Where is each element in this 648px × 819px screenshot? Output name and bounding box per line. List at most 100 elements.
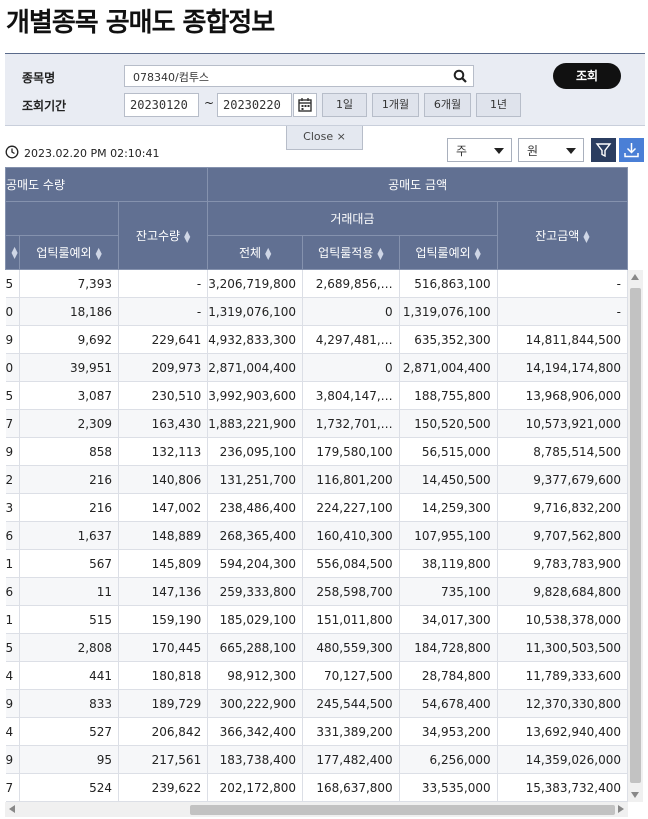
header-uptick-exempt-qty[interactable]: 업틱룰예외 ▲ ▼ [19, 235, 119, 270]
table-cell: 180,818 [118, 661, 209, 690]
horizontal-scrollbar[interactable] [5, 802, 628, 817]
table-cell: 245,544,500 [302, 689, 400, 718]
header-trade-value: 거래대금 [207, 201, 498, 236]
table-cell: 9 [5, 437, 21, 466]
sort-icon[interactable]: ▲ ▼ [583, 229, 589, 243]
header-uptick-exempt-amount[interactable]: 업틱룰예외 ▲ ▼ [398, 235, 498, 270]
table-cell: 6 [5, 521, 21, 550]
table-cell: 116,801,200 [302, 465, 400, 494]
sort-icon[interactable]: ▲ ▼ [377, 246, 383, 260]
table-cell: 145,809 [118, 549, 209, 578]
table-row[interactable]: 4 441 180,818 98,912,300 70,127,500 28,784,80… [5, 661, 628, 690]
table-cell: 230,510 [118, 381, 209, 410]
sort-icon[interactable]: ▲ ▼ [11, 246, 17, 260]
table-cell: 9,783,783,900 [497, 549, 628, 578]
table-cell: 567 [19, 549, 119, 578]
table-cell: 366,342,400 [207, 717, 303, 746]
sort-icon[interactable]: ▲ ▼ [475, 246, 481, 260]
vertical-scrollbar[interactable] [628, 270, 643, 802]
download-button[interactable] [619, 138, 644, 162]
table-cell: 9 [5, 689, 21, 718]
filter-button[interactable] [591, 138, 616, 162]
header-total[interactable]: 전체 ▲ ▼ [207, 235, 303, 270]
table-cell: 177,482,400 [302, 745, 400, 774]
scroll-right-icon[interactable] [618, 805, 624, 813]
table-cell: 516,863,100 [399, 269, 498, 298]
table-row[interactable]: 1 567 145,809 594,204,300 556,084,500 38,119,… [5, 549, 628, 578]
table-cell: 224,227,100 [302, 493, 400, 522]
date-to-input[interactable]: 20230220 [217, 93, 292, 117]
period-6m-button[interactable]: 6개월 [424, 93, 471, 117]
table-row[interactable]: 5 3,087 230,510 3,992,903,600 3,804,147,… 188… [5, 381, 628, 410]
table-cell: 2,871,004,400 [399, 353, 498, 382]
sort-icon[interactable]: ▲ ▼ [265, 246, 271, 260]
scroll-down-icon[interactable] [631, 792, 639, 798]
header-cut-col[interactable]: ▲ ▼ [5, 235, 21, 270]
table-cell: 1,319,076,100 [207, 297, 303, 326]
header-label: 전체 [238, 246, 262, 260]
clock-icon [5, 145, 19, 162]
table-cell: 4 [5, 717, 21, 746]
table-row[interactable]: 5 2,808 170,445 665,288,100 480,559,300 184,7… [5, 633, 628, 662]
table-row[interactable]: 0 18,186-1,319,076,100 0 1,319,076,100- [5, 297, 628, 326]
header-blank [5, 201, 119, 236]
table-row[interactable]: 3 216 147,002 238,486,400 224,227,100 14,259,… [5, 493, 628, 522]
date-from-input[interactable]: 20230120 [124, 93, 199, 117]
table-cell: 0 [302, 353, 400, 382]
table-row[interactable]: 9 9,692 229,641 4,932,833,300 4,297,481,… 635… [5, 325, 628, 354]
table-cell: 9 [5, 745, 21, 774]
search-icon[interactable] [453, 69, 467, 86]
table-row[interactable]: 5 7,393-3,206,719,800 2,689,856,… 516,863,1… [5, 269, 628, 298]
chevron-down-icon [566, 148, 576, 154]
table-cell: 217,561 [118, 745, 209, 774]
table-cell: 39,951 [19, 353, 119, 382]
unit-select[interactable]: 주 [447, 138, 512, 162]
currency-select-value: 원 [527, 144, 539, 158]
currency-select[interactable]: 원 [518, 138, 584, 162]
scroll-thumb[interactable] [190, 805, 615, 815]
sort-icon[interactable]: ▲ ▼ [96, 246, 102, 260]
stock-search-input[interactable]: 078340/컴투스 [124, 65, 474, 87]
table-cell: 168,637,800 [302, 773, 400, 802]
scroll-thumb[interactable] [630, 288, 641, 783]
table-row[interactable]: 2 216 140,806 131,251,700 116,801,200 14,450,… [5, 465, 628, 494]
calendar-icon[interactable] [293, 93, 317, 117]
stock-label: 종목명 [22, 71, 56, 85]
table-cell: - [497, 269, 628, 298]
header-balance-amount[interactable]: 잔고금액 ▲ ▼ [496, 201, 628, 270]
table-row[interactable]: 9 95 217,561 183,738,400 177,482,400 6,256,00… [5, 745, 628, 774]
table-row[interactable]: 1 515 159,190 185,029,100 151,011,800 34,017,… [5, 605, 628, 634]
header-label: 업틱룰예외 [415, 246, 471, 260]
table-cell: 163,430 [118, 409, 209, 438]
table-row[interactable]: 6 1,637 148,889 268,365,400 160,410,300 107,9… [5, 521, 628, 550]
table-cell: 56,515,000 [399, 437, 498, 466]
period-1y-button[interactable]: 1년 [476, 93, 521, 117]
table-cell: 202,172,800 [207, 773, 303, 802]
table-row[interactable]: 4 527 206,842 366,342,400 331,389,200 34,953,… [5, 717, 628, 746]
table-cell: 15,383,732,400 [497, 773, 628, 802]
period-1m-button[interactable]: 1개월 [372, 93, 419, 117]
header-balance-qty[interactable]: 잔고수량 ▲ ▼ [117, 201, 209, 270]
table-cell: 239,622 [118, 773, 209, 802]
table-cell: 238,486,400 [207, 493, 303, 522]
sort-icon[interactable]: ▲ ▼ [184, 229, 190, 243]
table-cell: 131,251,700 [207, 465, 303, 494]
table-row[interactable]: 9 833 189,729 300,222,900 245,544,500 54,678,… [5, 689, 628, 718]
table-row[interactable]: 7 2,309 163,430 1,883,221,900 1,732,701,… 150… [5, 409, 628, 438]
scroll-left-icon[interactable] [9, 805, 15, 813]
period-1d-button[interactable]: 1일 [322, 93, 367, 117]
query-button[interactable]: 조회 [553, 63, 621, 89]
table-cell: 147,002 [118, 493, 209, 522]
table-cell: 170,445 [118, 633, 209, 662]
table-cell: 14,259,300 [399, 493, 498, 522]
table-row[interactable]: 6 11 147,136 259,333,800 258,598,700 735,100 9… [5, 577, 628, 606]
table-cell: 236,095,100 [207, 437, 303, 466]
table-row[interactable]: 9 858 132,113 236,095,100 179,580,100 56,515,… [5, 437, 628, 466]
table-cell: 183,738,400 [207, 745, 303, 774]
scroll-up-icon[interactable] [631, 274, 639, 280]
header-uptick-applied[interactable]: 업틱룰적용 ▲ ▼ [302, 235, 400, 270]
table-cell: 185,029,100 [207, 605, 303, 634]
table-row[interactable]: 7 524 239,622 202,172,800 168,637,800 33,535,… [5, 773, 628, 802]
close-panel-button[interactable]: Close × [286, 126, 363, 150]
table-row[interactable]: 0 39,951 209,973 2,871,004,400 0 2,871,004,40… [5, 353, 628, 382]
